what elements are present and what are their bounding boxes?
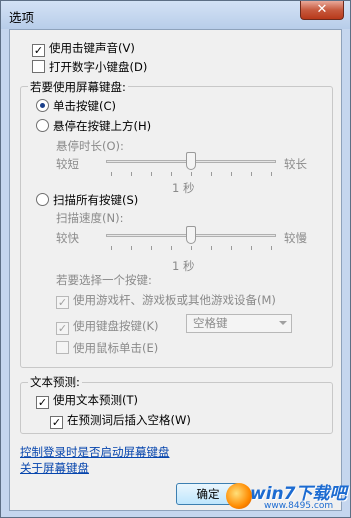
slider-tick: [211, 172, 212, 176]
mouse-click-checkbox[interactable]: [56, 341, 69, 354]
scan-max-label: 较慢: [284, 231, 307, 245]
text-prediction-group-label: 文本预测:: [28, 374, 82, 390]
scan-slider-ticks: [106, 246, 276, 250]
click-keys-radio[interactable]: [36, 99, 49, 112]
slider-tick: [251, 172, 252, 176]
select-key-label: 若要选择一个按键:: [56, 273, 152, 287]
slider-tick: [191, 172, 192, 176]
insert-space-label: 在预测词后插入空格(W): [67, 413, 191, 427]
numeric-keypad-option[interactable]: 打开数字小键盘(D): [32, 59, 147, 75]
keystroke-sound-option[interactable]: ✓ 使用击键声音(V): [32, 40, 135, 57]
scan-keys-radio[interactable]: [36, 193, 49, 206]
slider-tick: [111, 246, 112, 250]
slider-tick: [271, 172, 272, 176]
joystick-label: 使用游戏杆、游戏板或其他游戏设备(M): [73, 293, 276, 307]
title-bar[interactable]: 选项 ✕: [1, 1, 350, 29]
close-icon: ✕: [316, 2, 328, 17]
use-prediction-label: 使用文本预测(T): [53, 393, 138, 407]
use-prediction-checkbox[interactable]: ✓: [36, 396, 49, 409]
keyboard-key-label: 使用键盘按键(K): [73, 319, 159, 333]
mouse-click-label: 使用鼠标单击(E): [73, 341, 159, 355]
hover-keys-option[interactable]: 悬停在按键上方(H): [36, 118, 151, 134]
scan-min-label: 较快: [56, 231, 79, 245]
keystroke-sound-checkbox[interactable]: ✓: [32, 44, 45, 57]
hover-slider-thumb[interactable]: [186, 152, 196, 170]
scan-slider-thumb[interactable]: [186, 226, 196, 244]
keyboard-key-select[interactable]: 空格键: [186, 314, 292, 333]
about-link[interactable]: 关于屏幕键盘: [20, 460, 89, 476]
scan-speed-slider[interactable]: [106, 224, 276, 250]
close-button[interactable]: ✕: [300, 1, 344, 20]
slider-tick: [191, 246, 192, 250]
slider-tick: [231, 246, 232, 250]
slider-tick: [171, 172, 172, 176]
slider-tick: [211, 246, 212, 250]
options-window: 选项 ✕ ✓ 使用击键声音(V) 打开数字小键盘(D) 若要使用屏幕键盘: 单击按…: [0, 0, 351, 518]
hover-value-label: 1 秒: [172, 181, 195, 195]
watermark-logo-icon: [226, 483, 252, 509]
slider-tick: [131, 246, 132, 250]
watermark-url: www.8495.com: [264, 501, 334, 511]
joystick-checkbox[interactable]: ✓: [56, 296, 69, 309]
scan-keys-label: 扫描所有按键(S): [53, 193, 139, 207]
keyboard-key-option[interactable]: ✓ 使用键盘按键(K): [56, 318, 159, 335]
slider-tick: [271, 246, 272, 250]
chevron-down-icon[interactable]: [279, 321, 287, 325]
keystroke-sound-label: 使用击键声音(V): [49, 41, 135, 55]
slider-tick: [151, 172, 152, 176]
keyboard-key-select-value: 空格键: [193, 316, 228, 330]
numeric-keypad-checkbox[interactable]: [32, 60, 45, 73]
hover-duration-slider[interactable]: [106, 150, 276, 176]
hover-keys-label: 悬停在按键上方(H): [53, 119, 152, 133]
insert-space-checkbox[interactable]: ✓: [50, 416, 63, 429]
dialog-client-area: ✓ 使用击键声音(V) 打开数字小键盘(D) 若要使用屏幕键盘: 单击按键(C) …: [9, 29, 342, 511]
hover-min-label: 较短: [56, 157, 79, 171]
use-prediction-option[interactable]: ✓ 使用文本预测(T): [36, 392, 138, 409]
slider-tick: [171, 246, 172, 250]
mouse-click-option[interactable]: 使用鼠标单击(E): [56, 340, 158, 356]
slider-tick: [231, 172, 232, 176]
site-watermark: win7下载吧 www.8495.com: [226, 479, 348, 515]
hover-slider-ticks: [106, 172, 276, 176]
click-keys-option[interactable]: 单击按键(C): [36, 98, 116, 114]
slider-tick: [151, 246, 152, 250]
hover-keys-radio[interactable]: [36, 119, 49, 132]
window-title: 选项: [9, 10, 35, 25]
insert-space-option[interactable]: ✓ 在预测词后插入空格(W): [50, 412, 191, 429]
click-keys-label: 单击按键(C): [53, 99, 117, 113]
slider-tick: [251, 246, 252, 250]
joystick-option[interactable]: ✓ 使用游戏杆、游戏板或其他游戏设备(M): [56, 292, 276, 309]
slider-tick: [111, 172, 112, 176]
screen-keyboard-group-label: 若要使用屏幕键盘:: [28, 79, 128, 95]
control-login-link[interactable]: 控制登录时是否启动屏幕键盘: [20, 444, 170, 460]
scan-value-label: 1 秒: [172, 259, 195, 273]
scan-keys-option[interactable]: 扫描所有按键(S): [36, 192, 138, 208]
hover-max-label: 较长: [284, 157, 307, 171]
slider-tick: [131, 172, 132, 176]
numeric-keypad-label: 打开数字小键盘(D): [49, 60, 148, 74]
keyboard-key-checkbox[interactable]: ✓: [56, 322, 69, 335]
